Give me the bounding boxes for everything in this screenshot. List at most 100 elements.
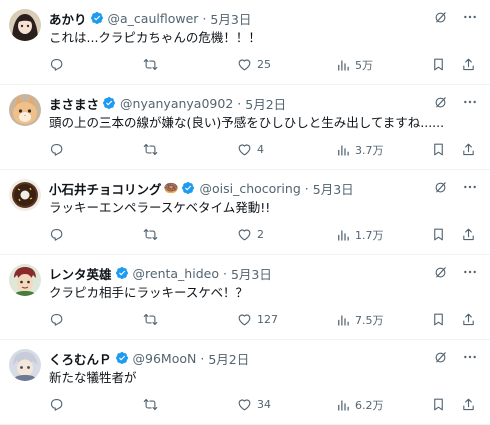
handle[interactable]: @nyanyanya0902 bbox=[120, 96, 233, 111]
retweet-button[interactable] bbox=[143, 142, 163, 157]
reply-button[interactable] bbox=[49, 312, 69, 327]
action-bar: 4 3.7万 bbox=[49, 142, 480, 160]
separator-dot: · bbox=[304, 180, 309, 196]
reply-icon bbox=[49, 142, 64, 157]
share-button[interactable] bbox=[461, 227, 476, 242]
tweet[interactable]: あかり @a_caulflower · 5月3日 これは...クラピカちゃんの危… bbox=[0, 0, 490, 85]
share-icon bbox=[461, 227, 476, 242]
retweet-button[interactable] bbox=[143, 227, 163, 242]
grok-icon[interactable] bbox=[432, 179, 448, 195]
handle[interactable]: @a_caulflower bbox=[108, 11, 199, 26]
separator-dot: · bbox=[202, 10, 207, 26]
share-button[interactable] bbox=[461, 312, 476, 327]
handle[interactable]: @96MooN bbox=[133, 351, 197, 366]
timestamp[interactable]: 5月2日 bbox=[245, 94, 286, 113]
views-button[interactable]: 5万 bbox=[335, 57, 373, 73]
views-button[interactable]: 7.5万 bbox=[335, 312, 384, 328]
grok-icon[interactable] bbox=[432, 9, 448, 25]
retweet-button[interactable] bbox=[143, 57, 163, 72]
like-button[interactable]: 25 bbox=[237, 57, 271, 72]
display-name[interactable]: レンタ英雄 bbox=[49, 264, 112, 283]
retweet-button[interactable] bbox=[143, 397, 163, 412]
grok-icon[interactable] bbox=[432, 349, 448, 365]
avatar[interactable] bbox=[9, 94, 41, 126]
handle[interactable]: @renta_hideo bbox=[133, 266, 219, 281]
reply-button[interactable] bbox=[49, 57, 69, 72]
display-name[interactable]: くろむんＰ bbox=[49, 349, 112, 368]
grok-icon[interactable] bbox=[432, 264, 448, 280]
like-button[interactable]: 34 bbox=[237, 397, 271, 412]
avatar[interactable] bbox=[9, 179, 41, 211]
timestamp[interactable]: 5月2日 bbox=[208, 349, 249, 368]
avatar[interactable] bbox=[9, 9, 41, 41]
display-name[interactable]: 小石井チョコリング bbox=[49, 179, 162, 198]
separator-dot: · bbox=[237, 95, 242, 111]
more-options-icon[interactable] bbox=[462, 94, 478, 110]
bar-chart-icon bbox=[335, 313, 350, 328]
tweet[interactable]: 小石井チョコリング 🍩 @oisi_chocoring · 5月3日 ラッキーエ… bbox=[0, 170, 490, 255]
views-button[interactable]: 6.2万 bbox=[335, 397, 384, 413]
tweet-text: 頭の上の三本の線が嫌な(良い)予感をひしひしと生み出してますね...... bbox=[49, 115, 445, 130]
tweet-text: クラピカ相手にラッキースケベ！？ bbox=[49, 285, 249, 300]
reply-button[interactable] bbox=[49, 227, 69, 242]
bookmark-icon bbox=[431, 142, 446, 157]
display-name[interactable]: あかり bbox=[49, 9, 87, 28]
bookmark-button[interactable] bbox=[431, 397, 446, 412]
verified-badge-icon bbox=[115, 351, 129, 365]
avatar[interactable] bbox=[9, 264, 41, 296]
like-button[interactable]: 127 bbox=[237, 312, 278, 327]
handle[interactable]: @oisi_chocoring bbox=[199, 181, 300, 196]
tweet-text: これは...クラピカちゃんの危機！！！ bbox=[49, 30, 261, 45]
more-options-icon[interactable] bbox=[462, 349, 478, 365]
bookmark-icon bbox=[431, 397, 446, 412]
bookmark-button[interactable] bbox=[431, 227, 446, 242]
retweet-icon bbox=[143, 312, 158, 327]
share-icon bbox=[461, 142, 476, 157]
heart-icon bbox=[237, 57, 252, 72]
bar-chart-icon bbox=[335, 398, 350, 413]
display-name[interactable]: まさまさ bbox=[49, 94, 99, 113]
like-button[interactable]: 4 bbox=[237, 142, 264, 157]
share-button[interactable] bbox=[461, 142, 476, 157]
heart-icon bbox=[237, 227, 252, 242]
like-button[interactable]: 2 bbox=[237, 227, 264, 242]
timestamp[interactable]: 5月3日 bbox=[210, 9, 251, 28]
more-options-icon[interactable] bbox=[462, 264, 478, 280]
timestamp[interactable]: 5月3日 bbox=[313, 179, 354, 198]
separator-dot: · bbox=[200, 350, 205, 366]
like-count: 4 bbox=[257, 143, 264, 156]
reply-button[interactable] bbox=[49, 142, 69, 157]
bar-chart-icon bbox=[335, 58, 350, 73]
bar-chart-icon bbox=[335, 143, 350, 158]
reply-icon bbox=[49, 397, 64, 412]
reply-icon bbox=[49, 57, 64, 72]
bookmark-button[interactable] bbox=[431, 57, 446, 72]
verified-badge-icon bbox=[115, 266, 129, 280]
retweet-icon bbox=[143, 142, 158, 157]
separator-dot: · bbox=[222, 265, 227, 281]
bookmark-button[interactable] bbox=[431, 312, 446, 327]
action-bar: 34 6.2万 bbox=[49, 397, 480, 415]
share-button[interactable] bbox=[461, 397, 476, 412]
tweet[interactable]: まさまさ @nyanyanya0902 · 5月2日 頭の上の三本の線が嫌な(良… bbox=[0, 85, 490, 170]
reply-icon bbox=[49, 227, 64, 242]
avatar[interactable] bbox=[9, 349, 41, 381]
heart-icon bbox=[237, 397, 252, 412]
more-options-icon[interactable] bbox=[462, 9, 478, 25]
retweet-button[interactable] bbox=[143, 312, 163, 327]
action-bar: 25 5万 bbox=[49, 57, 480, 75]
share-button[interactable] bbox=[461, 57, 476, 72]
reply-button[interactable] bbox=[49, 397, 69, 412]
timestamp[interactable]: 5月3日 bbox=[231, 264, 272, 283]
views-button[interactable]: 1.7万 bbox=[335, 227, 384, 243]
like-count: 2 bbox=[257, 228, 264, 241]
grok-icon[interactable] bbox=[432, 94, 448, 110]
tweet[interactable]: くろむんＰ @96MooN · 5月2日 新たな犠牲者が 34 6.2万 bbox=[0, 340, 490, 425]
like-count: 34 bbox=[257, 398, 271, 411]
tweet[interactable]: レンタ英雄 @renta_hideo · 5月3日 クラピカ相手にラッキースケベ… bbox=[0, 255, 490, 340]
tweet-text: ラッキーエンペラースケベタイム発動!! bbox=[49, 200, 271, 215]
bookmark-button[interactable] bbox=[431, 142, 446, 157]
more-options-icon[interactable] bbox=[462, 179, 478, 195]
verified-badge-icon bbox=[181, 181, 195, 195]
views-button[interactable]: 3.7万 bbox=[335, 142, 384, 158]
